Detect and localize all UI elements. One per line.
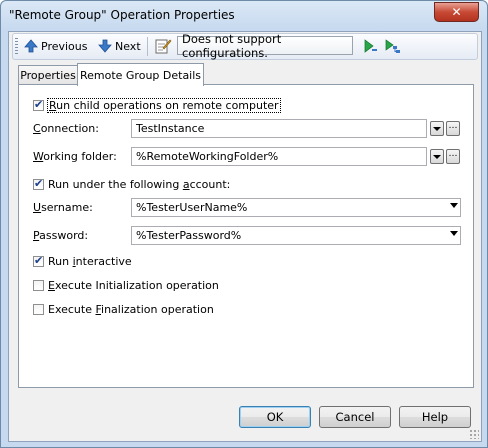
username-label: Username: [33, 201, 93, 214]
label-part: Run under the following [48, 178, 183, 191]
notepad-pencil-icon [155, 39, 172, 54]
run-interactive-label: Run interactive [48, 255, 132, 268]
close-button[interactable]: ✕ [434, 2, 479, 22]
window-title: "Remote Group" Operation Properties [9, 8, 235, 22]
configurations-button[interactable]: Does not support configurations. [177, 32, 353, 60]
label-mnemonic: C [33, 122, 41, 135]
working-folder-field[interactable]: %RemoteWorkingFolder% [131, 147, 427, 166]
title-bar[interactable]: "Remote Group" Operation Properties ✕ [1, 1, 487, 31]
cancel-label: Cancel [335, 410, 375, 424]
label-mnemonic: W [33, 150, 44, 163]
connection-value: TestInstance [136, 122, 205, 135]
play-tree-icon [385, 39, 400, 53]
exec-final-checkbox[interactable] [33, 304, 44, 315]
connection-label: Connection: [33, 122, 99, 135]
resize-grip[interactable] [469, 429, 479, 439]
exec-final-row[interactable]: Execute Finalization operation [33, 303, 214, 316]
tab-label: Remote Group Details [79, 68, 202, 82]
username-value: %TesterUserName% [136, 201, 248, 214]
run-tree-button[interactable] [381, 36, 405, 56]
chevron-down-icon[interactable] [450, 203, 458, 208]
connection-field[interactable]: TestInstance [131, 119, 427, 138]
working-folder-value: %RemoteWorkingFolder% [136, 150, 279, 163]
label-mnemonic: a [182, 178, 190, 191]
tab-properties[interactable]: Properties [18, 65, 78, 85]
toolbar-grip[interactable] [15, 38, 18, 55]
password-value: %TesterPassword% [136, 229, 242, 242]
run-account-label: Run under the following account: [48, 178, 230, 191]
dialog-client: Previous Next Does not support configura… [8, 31, 482, 442]
chevron-down-icon[interactable] [450, 231, 458, 236]
label-part: Run [48, 255, 73, 268]
label-part: Execute [48, 303, 96, 316]
working-folder-dropdown-button[interactable] [430, 149, 444, 164]
password-label: Password: [33, 229, 88, 242]
label-part: ccount: [189, 178, 231, 191]
connection-browse-button[interactable]: … [446, 121, 460, 136]
play-icon [364, 39, 377, 53]
properties-button[interactable] [151, 36, 175, 56]
help-button[interactable]: Help [399, 406, 471, 428]
previous-label: Previous [41, 39, 88, 53]
tab-remote-group-details[interactable]: Remote Group Details [77, 63, 204, 86]
working-folder-label: Working folder: [33, 150, 117, 163]
previous-button[interactable]: Previous [21, 36, 91, 56]
cancel-button[interactable]: Cancel [319, 406, 391, 428]
run-account-row[interactable]: Run under the following account: [33, 177, 230, 191]
ellipsis-icon: … [448, 149, 458, 159]
toolbar-separator [147, 37, 148, 56]
run-interactive-row[interactable]: Run interactive [33, 254, 132, 268]
run-account-checkbox[interactable] [33, 177, 44, 190]
label-part: onnection: [40, 122, 99, 135]
exec-init-checkbox[interactable] [33, 280, 44, 291]
run-remote-row[interactable]: Run child operations on remote computer [33, 98, 281, 113]
label-mnemonic: E [48, 279, 55, 292]
arrow-down-icon [98, 39, 112, 53]
label-part: sername: [41, 201, 93, 214]
username-combo[interactable]: %TesterUserName% [131, 198, 461, 217]
label-part: un child operations on remote computer [56, 99, 279, 112]
configurations-label: Does not support configurations. [182, 31, 282, 60]
toolbar: Previous Next Does not support configura… [12, 32, 478, 60]
ellipsis-icon: … [448, 121, 458, 131]
ok-button[interactable]: OK [239, 406, 311, 428]
run-remote-checkbox[interactable] [33, 98, 44, 111]
close-icon: ✕ [451, 5, 462, 19]
ok-label: OK [266, 410, 284, 424]
label-mnemonic: U [33, 201, 42, 214]
label-part: inalization operation [101, 303, 214, 316]
exec-init-row[interactable]: Execute Initialization operation [33, 279, 219, 292]
label-part: orking folder: [43, 150, 117, 163]
dialog-window: "Remote Group" Operation Properties ✕ Pr… [0, 0, 488, 448]
label-part: assword: [39, 229, 89, 242]
arrow-up-icon [24, 39, 38, 53]
exec-final-label: Execute Finalization operation [48, 303, 214, 316]
run-interactive-checkbox[interactable] [33, 254, 44, 267]
next-button[interactable]: Next [95, 36, 144, 56]
tab-panel: Run child operations on remote computer … [18, 84, 474, 388]
label-part: xecute Initialization operation [54, 279, 219, 292]
working-folder-browse-button[interactable]: … [446, 149, 460, 164]
connection-dropdown-button[interactable] [430, 121, 444, 136]
help-label: Help [421, 410, 449, 424]
next-label: Next [115, 39, 141, 53]
run-remote-label: Run child operations on remote computer [47, 98, 281, 113]
tab-label: Properties [20, 69, 76, 82]
label-part: nteractive [75, 255, 132, 268]
run-button[interactable] [359, 36, 381, 56]
password-combo[interactable]: %TesterPassword% [131, 226, 461, 245]
exec-init-label: Execute Initialization operation [48, 279, 219, 292]
